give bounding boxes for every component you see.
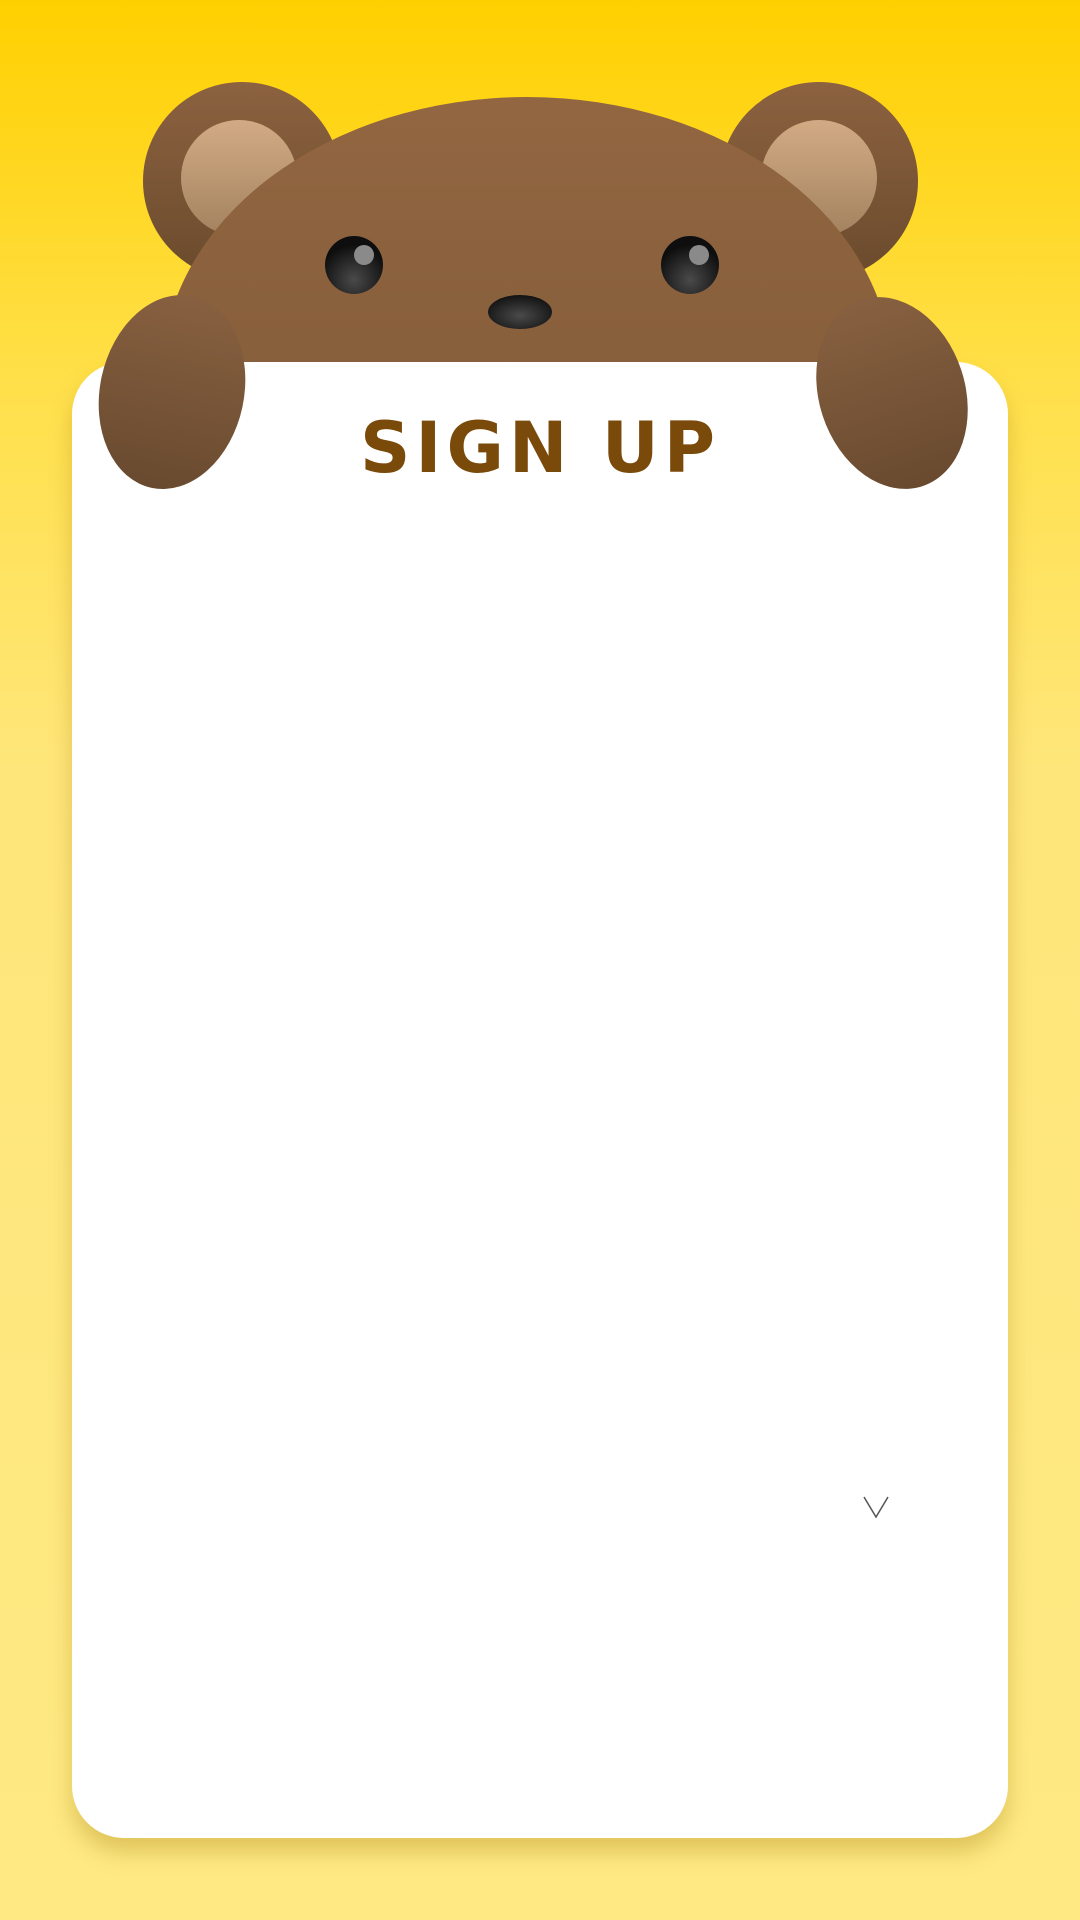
bear-right-ear	[720, 82, 918, 280]
bear-left-ear	[143, 82, 341, 280]
signup-screen: SIGN UP	[0, 0, 1080, 1920]
bear-right-eye	[661, 236, 719, 294]
signup-card	[72, 362, 1008, 1838]
signup-title: SIGN UP	[359, 407, 720, 489]
bear-nose	[488, 295, 552, 329]
chevron-down-icon[interactable]	[860, 1492, 892, 1522]
bear-left-eye	[325, 236, 383, 294]
